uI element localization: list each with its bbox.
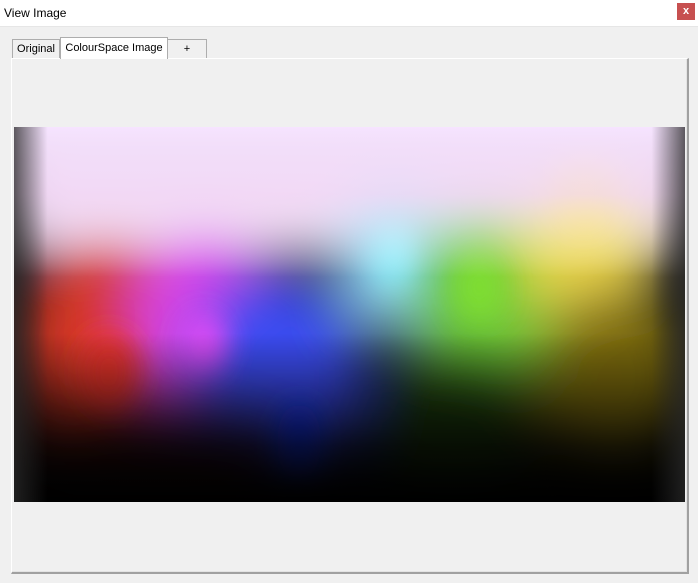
tab-page bbox=[11, 58, 689, 574]
close-button[interactable]: x bbox=[677, 3, 695, 20]
tab-add[interactable]: + bbox=[167, 39, 207, 58]
view-image-window: View Image x Original ColourSpace Image … bbox=[0, 0, 698, 583]
window-title: View Image bbox=[4, 6, 67, 20]
colourspace-gradient-image bbox=[14, 127, 685, 502]
tab-colourspace-image[interactable]: ColourSpace Image bbox=[60, 37, 168, 59]
colourspace-image bbox=[14, 127, 685, 502]
tab-original[interactable]: Original bbox=[12, 39, 60, 58]
title-bar[interactable]: View Image x bbox=[0, 0, 698, 27]
